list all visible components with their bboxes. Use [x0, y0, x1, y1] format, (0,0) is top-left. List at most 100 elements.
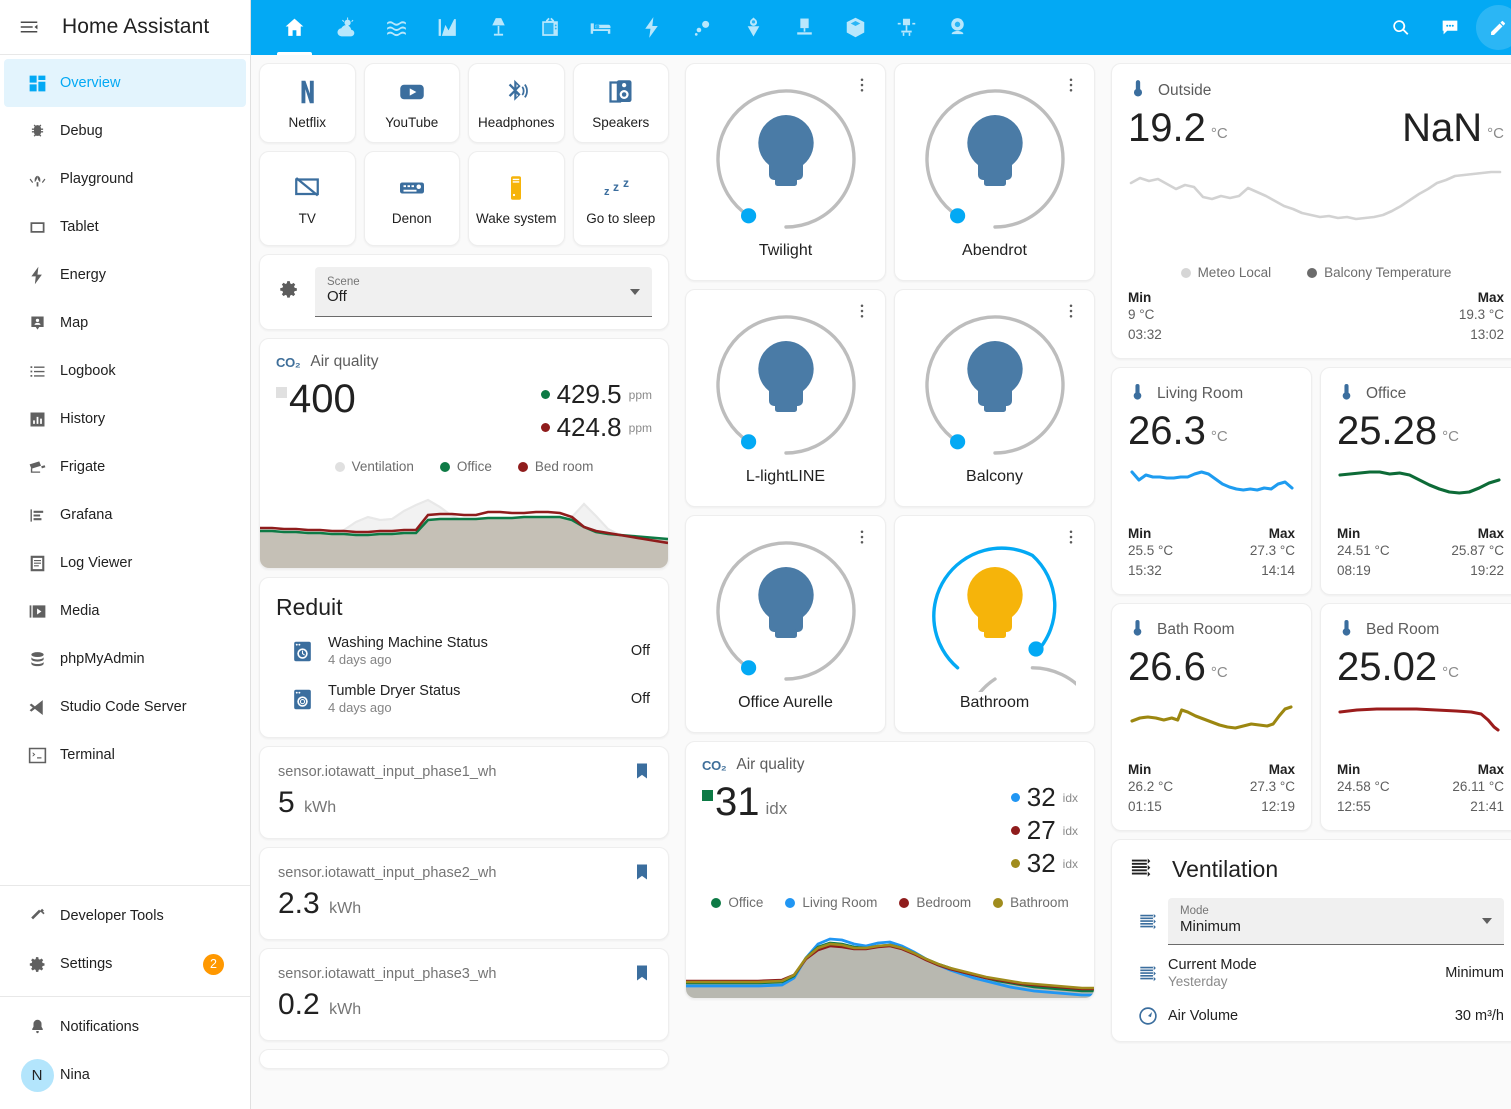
brightness-ring[interactable] [914, 304, 1076, 466]
media-button-wake-system[interactable]: Wake system [468, 151, 565, 246]
sidebar-item-history[interactable]: History [4, 395, 246, 443]
sidebar-item-media[interactable]: Media [4, 587, 246, 635]
sidebar-item-terminal[interactable]: Terminal [4, 731, 246, 779]
brightness-ring[interactable] [705, 78, 867, 240]
sidebar-item-grafana[interactable]: Grafana [4, 491, 246, 539]
column-2: Twilight [685, 63, 1095, 999]
media-button-go-to-sleep[interactable]: zzz Go to sleep [573, 151, 670, 246]
lamp-icon [486, 15, 511, 40]
room-value-row: 26.6 °C [1128, 646, 1295, 688]
tab-power[interactable] [626, 0, 677, 55]
chart-timeline-icon [14, 505, 60, 526]
media-button-netflix[interactable]: Netflix [259, 63, 356, 143]
tab-media[interactable] [524, 0, 575, 55]
media-button-label: Speakers [592, 115, 649, 130]
max-time: 13:02 [1459, 325, 1504, 345]
tab-water[interactable] [677, 0, 728, 55]
sidebar-header: Home Assistant [0, 0, 250, 55]
sidebar-collapse-button[interactable] [14, 12, 44, 42]
chart-legend: Meteo Local Balcony Temperature [1128, 265, 1504, 280]
light-tile-office-aurelle[interactable]: Office Aurelle [685, 515, 886, 733]
column-3: Outside 19.2 °C NaN °C [1111, 63, 1511, 1042]
sidebar-item-label: phpMyAdmin [60, 651, 246, 667]
sidebar-item-notifications[interactable]: Notifications [4, 1003, 246, 1051]
media-button-speakers[interactable]: Speakers [573, 63, 670, 143]
edit-dashboard-button[interactable] [1476, 5, 1511, 50]
legend-dot [1307, 268, 1317, 278]
sidebar-item-user-profile[interactable]: N Nina [4, 1051, 246, 1099]
sidebar-item-frigate[interactable]: Frigate [4, 443, 246, 491]
sidebar-item-developer-tools[interactable]: Developer Tools [4, 892, 246, 940]
card-title: Living Room [1157, 385, 1243, 403]
light-tile-bathroom[interactable]: Bathroom [894, 515, 1095, 733]
series-unit: ppm [629, 421, 652, 435]
entity-card-phase1[interactable]: sensor.iotawatt_input_phase1_wh 5 kWh [259, 746, 669, 839]
tab-plants[interactable] [728, 0, 779, 55]
tab-cameras[interactable] [932, 0, 983, 55]
weather-partly-cloudy-icon [333, 15, 358, 40]
tab-lights[interactable] [473, 0, 524, 55]
entity-card-phase2[interactable]: sensor.iotawatt_input_phase2_wh 2.3 kWh [259, 847, 669, 940]
max-label: Max [1451, 526, 1504, 541]
chart-line-icon [435, 15, 460, 40]
min-label: Min [1337, 762, 1390, 777]
tab-statistics[interactable] [422, 0, 473, 55]
entity-card-phase3[interactable]: sensor.iotawatt_input_phase3_wh 0.2 kWh [259, 948, 669, 1041]
air-quality-index-card: CO₂ Air quality 31 idx [685, 741, 1095, 999]
sidebar-item-logbook[interactable]: Logbook [4, 347, 246, 395]
room-card-office: Office 25.28 °C [1320, 367, 1511, 595]
max-time: 14:14 [1250, 561, 1295, 581]
assist-button[interactable] [1427, 5, 1472, 50]
sidebar-item-log-viewer[interactable]: Log Viewer [4, 539, 246, 587]
outside-secondary: NaN °C [1402, 107, 1504, 149]
avatar-initial: N [21, 1059, 54, 1092]
media-button-headphones[interactable]: Headphones [468, 63, 565, 143]
sidebar-item-playground[interactable]: Playground [4, 155, 246, 203]
air-quality-co2-header: CO₂ Air quality [276, 353, 652, 371]
outside-chart [1128, 163, 1504, 251]
brightness-ring[interactable] [914, 78, 1076, 240]
sidebar-item-overview[interactable]: Overview [4, 59, 246, 107]
tab-packages[interactable] [830, 0, 881, 55]
tab-computers[interactable] [779, 0, 830, 55]
sidebar-item-settings[interactable]: Settings 2 [4, 940, 246, 988]
package-variant-icon [843, 15, 868, 40]
sidebar-item-phpmyadmin[interactable]: phpMyAdmin [4, 635, 246, 683]
tab-humidity[interactable] [371, 0, 422, 55]
ventilation-current-mode-row[interactable]: Current Mode Yesterday Minimum [1128, 947, 1504, 999]
legend-label: Living Room [802, 895, 877, 910]
tab-office[interactable] [881, 0, 932, 55]
ventilation-air-volume-row[interactable]: Air Volume 30 m³/h [1128, 999, 1504, 1033]
legend-item: Office [711, 895, 763, 910]
scene-select[interactable]: Scene Off [315, 267, 652, 317]
light-tile-twilight[interactable]: Twilight [685, 63, 886, 281]
sidebar-item-tablet[interactable]: Tablet [4, 203, 246, 251]
sidebar-item-map[interactable]: Map [4, 299, 246, 347]
entity-name: sensor.iotawatt_input_phase2_wh [278, 864, 650, 883]
sidebar-item-debug[interactable]: Debug [4, 107, 246, 155]
brightness-ring[interactable] [914, 530, 1076, 692]
outside-header: Outside [1128, 78, 1504, 103]
card-title: Air quality [310, 353, 378, 371]
brightness-ring[interactable] [705, 530, 867, 692]
light-tile-abendrot[interactable]: Abendrot [894, 63, 1095, 281]
min-block: Min 9 °C 03:32 [1128, 290, 1162, 344]
legend-label: Bed room [535, 459, 594, 474]
tab-weather[interactable] [320, 0, 371, 55]
media-button-youtube[interactable]: YouTube [364, 63, 461, 143]
sidebar-item-energy[interactable]: Energy [4, 251, 246, 299]
light-tile-balcony[interactable]: Balcony [894, 289, 1095, 507]
media-button-tv[interactable]: TV [259, 151, 356, 246]
light-tile-l-lightline[interactable]: L-lightLINE [685, 289, 886, 507]
tab-home[interactable] [269, 0, 320, 55]
tab-bedroom[interactable] [575, 0, 626, 55]
series-unit: idx [1063, 791, 1078, 805]
brightness-ring[interactable] [705, 304, 867, 466]
media-button-denon[interactable]: Denon [364, 151, 461, 246]
max-time: 12:19 [1250, 797, 1295, 817]
sidebar-item-studio-code-server[interactable]: Studio Code Server [4, 683, 246, 731]
list-item[interactable]: Washing Machine Status 4 days ago Off [276, 627, 652, 675]
ventilation-mode-select[interactable]: Mode Minimum [1168, 898, 1504, 945]
list-item[interactable]: Tumble Dryer Status 4 days ago Off [276, 675, 652, 723]
search-button[interactable] [1378, 5, 1423, 50]
